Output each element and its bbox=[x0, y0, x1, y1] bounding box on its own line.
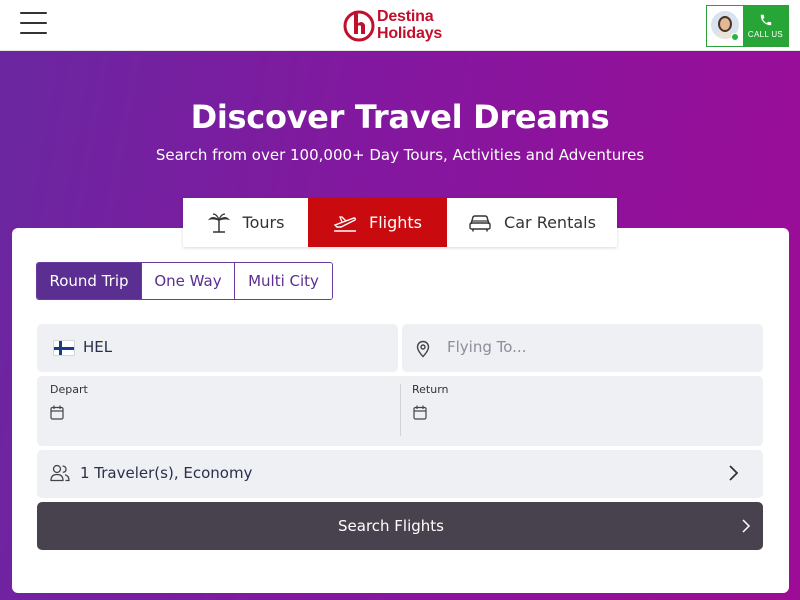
flight-search-card: Round Trip One Way Multi City HEL Flying… bbox=[12, 228, 789, 593]
contact-widget[interactable]: CALL US bbox=[706, 5, 789, 47]
chevron-right-icon bbox=[742, 519, 751, 533]
service-tabs: Tours Flights Car Rentals bbox=[183, 198, 617, 247]
travelers-value: 1 Traveler(s), Economy bbox=[80, 464, 253, 482]
flying-to-placeholder: Flying To... bbox=[447, 338, 527, 356]
site-logo[interactable]: Destina Holidays bbox=[342, 6, 452, 46]
call-us-button[interactable]: CALL US bbox=[743, 6, 788, 46]
call-us-label: CALL US bbox=[747, 30, 784, 39]
trip-type-round-trip[interactable]: Round Trip bbox=[37, 263, 142, 299]
calendar-icon bbox=[50, 405, 64, 420]
site-header: Destina Holidays CALL US bbox=[0, 0, 800, 51]
depart-date-field[interactable]: Depart bbox=[37, 376, 399, 446]
agent-avatar[interactable] bbox=[707, 6, 743, 46]
tab-tours-label: Tours bbox=[242, 213, 285, 232]
search-flights-button[interactable]: Search Flights bbox=[37, 502, 763, 550]
chevron-right-icon bbox=[729, 465, 739, 481]
tab-tours[interactable]: Tours bbox=[183, 198, 308, 247]
trip-type-one-way[interactable]: One Way bbox=[142, 263, 235, 299]
tab-flights-label: Flights bbox=[369, 213, 422, 232]
search-flights-label: Search Flights bbox=[338, 517, 444, 535]
hamburger-icon[interactable] bbox=[20, 12, 48, 34]
return-date-field[interactable]: Return bbox=[400, 376, 762, 446]
logo-text: Destina Holidays bbox=[377, 8, 442, 42]
car-icon bbox=[469, 214, 491, 231]
return-label: Return bbox=[412, 383, 449, 396]
tab-car-rentals[interactable]: Car Rentals bbox=[447, 198, 617, 247]
calendar-icon bbox=[413, 405, 427, 420]
palm-tree-icon bbox=[207, 212, 230, 233]
flying-from-input[interactable]: HEL bbox=[37, 324, 398, 372]
finland-flag-icon bbox=[53, 340, 75, 356]
travelers-class-selector[interactable]: 1 Traveler(s), Economy bbox=[37, 450, 763, 498]
logo-icon bbox=[343, 10, 375, 42]
date-selector: Depart Return bbox=[37, 376, 763, 446]
tab-car-rentals-label: Car Rentals bbox=[504, 213, 596, 232]
logo-line-1: Destina bbox=[377, 8, 434, 25]
hero-title: Discover Travel Dreams bbox=[190, 98, 610, 136]
flying-to-input[interactable]: Flying To... bbox=[402, 324, 763, 372]
depart-label: Depart bbox=[50, 383, 88, 396]
hero-subtitle: Search from over 100,000+ Day Tours, Act… bbox=[155, 146, 645, 164]
logo-line-2: Holidays bbox=[377, 25, 443, 42]
tab-flights[interactable]: Flights bbox=[308, 198, 447, 247]
online-status-dot bbox=[731, 33, 739, 41]
people-icon bbox=[50, 464, 70, 482]
trip-type-multi-city[interactable]: Multi City bbox=[235, 263, 332, 299]
location-pin-icon bbox=[416, 340, 430, 358]
trip-type-selector: Round Trip One Way Multi City bbox=[36, 262, 333, 300]
plane-icon bbox=[333, 215, 357, 232]
flying-from-value: HEL bbox=[83, 338, 113, 356]
phone-icon bbox=[760, 14, 771, 26]
